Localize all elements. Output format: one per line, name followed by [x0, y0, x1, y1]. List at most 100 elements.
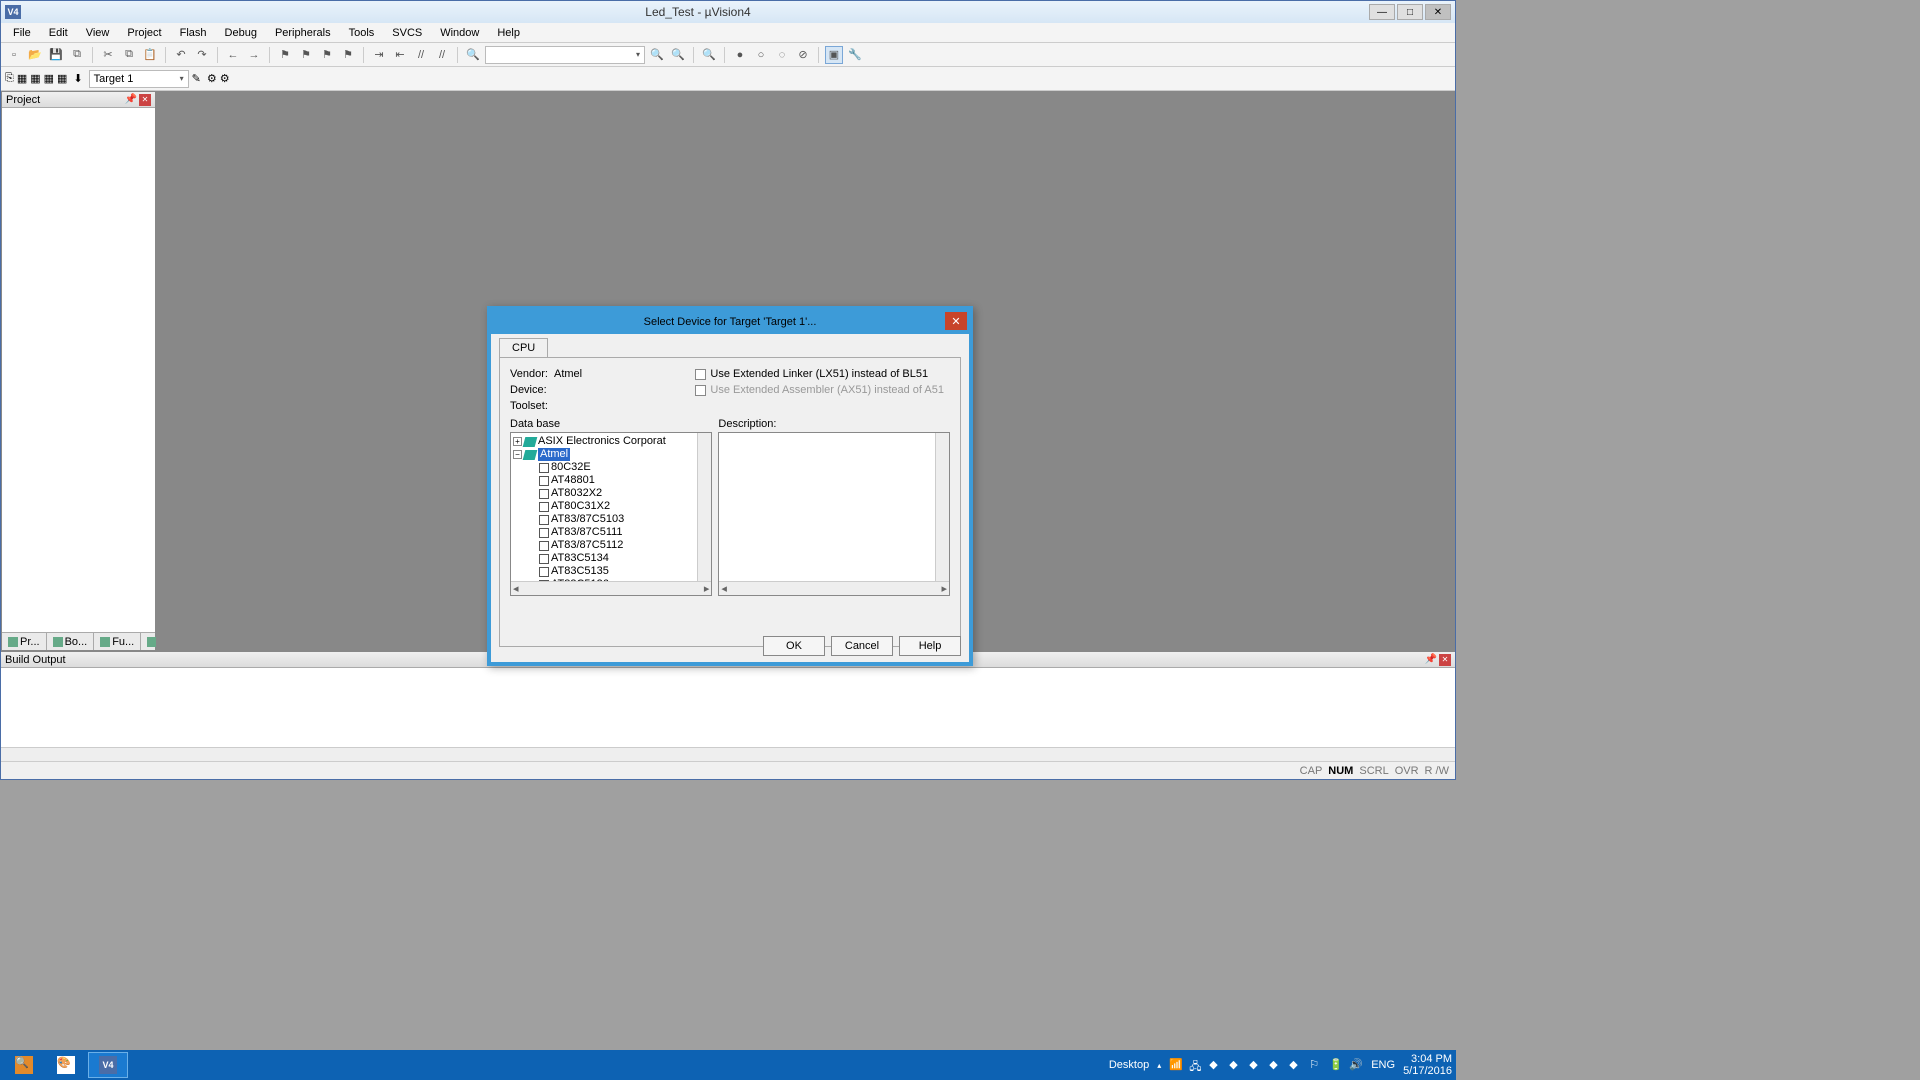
- scrollbar-horizontal[interactable]: ◂▸: [719, 581, 949, 595]
- menu-edit[interactable]: Edit: [41, 25, 76, 41]
- comment-icon[interactable]: //: [412, 46, 430, 64]
- taskbar-lang[interactable]: ENG: [1371, 1059, 1395, 1071]
- tree-vendor-asix[interactable]: ASIX Electronics Corporat: [538, 435, 666, 448]
- tree-device[interactable]: AT8032X2: [551, 487, 602, 500]
- build-icon[interactable]: ▦: [17, 72, 27, 85]
- volume-icon[interactable]: 🔊: [1349, 1058, 1363, 1072]
- nav-back-icon[interactable]: ←: [224, 46, 242, 64]
- pane-close-icon[interactable]: ✕: [1439, 654, 1451, 666]
- save-all-icon[interactable]: ⧉: [68, 46, 86, 64]
- close-button[interactable]: ✕: [1425, 4, 1451, 20]
- manage2-icon[interactable]: ⚙: [220, 72, 230, 85]
- copy-icon[interactable]: ⧉: [120, 46, 138, 64]
- menu-peripherals[interactable]: Peripherals: [267, 25, 339, 41]
- tree-device[interactable]: AT83/87C5103: [551, 513, 624, 526]
- taskbar-desktop[interactable]: Desktop: [1109, 1059, 1149, 1071]
- tray-icon[interactable]: ◆: [1249, 1058, 1263, 1072]
- paste-icon[interactable]: 📋: [141, 46, 159, 64]
- translate-icon[interactable]: ⎘: [5, 72, 14, 85]
- rebuild-icon[interactable]: ▦: [30, 72, 40, 85]
- find-combo[interactable]: ▾: [485, 46, 645, 64]
- incremental-find-icon[interactable]: 🔍: [669, 46, 687, 64]
- tree-device[interactable]: AT83C5135: [551, 565, 609, 578]
- indent-icon[interactable]: ⇥: [370, 46, 388, 64]
- tree-device[interactable]: AT83C5134: [551, 552, 609, 565]
- menu-help[interactable]: Help: [489, 25, 528, 41]
- taskbar-app-1[interactable]: 🔍: [4, 1052, 44, 1078]
- outdent-icon[interactable]: ⇤: [391, 46, 409, 64]
- tree-device[interactable]: AT83/87C5112: [551, 539, 623, 552]
- menu-debug[interactable]: Debug: [217, 25, 265, 41]
- tree-vendor-atmel[interactable]: Atmel: [538, 448, 570, 461]
- open-file-icon[interactable]: 📂: [26, 46, 44, 64]
- minimize-button[interactable]: —: [1369, 4, 1395, 20]
- collapse-icon[interactable]: −: [513, 450, 522, 459]
- uncomment-icon[interactable]: //: [433, 46, 451, 64]
- chevron-up-icon[interactable]: ▴: [1157, 1061, 1161, 1070]
- target-options-icon[interactable]: ✎: [192, 72, 201, 85]
- breakpoint-kill-icon[interactable]: ⊘: [794, 46, 812, 64]
- window-layout-icon[interactable]: ▣: [825, 46, 843, 64]
- tab-books[interactable]: Bo...: [47, 633, 95, 650]
- extended-linker-row[interactable]: Use Extended Linker (LX51) instead of BL…: [695, 368, 944, 380]
- redo-icon[interactable]: ↷: [193, 46, 211, 64]
- checkbox-icon[interactable]: [695, 369, 706, 380]
- bookmark-icon[interactable]: ⚑: [276, 46, 294, 64]
- taskbar-clock[interactable]: 3:04 PM 5/17/2016: [1403, 1053, 1452, 1077]
- tray-icon[interactable]: ◆: [1209, 1058, 1223, 1072]
- cut-icon[interactable]: ✂: [99, 46, 117, 64]
- scrollbar-vertical[interactable]: [697, 433, 711, 581]
- action-center-icon[interactable]: ⚐: [1309, 1058, 1323, 1072]
- dialog-close-button[interactable]: ✕: [945, 312, 967, 330]
- bookmark-clear-icon[interactable]: ⚑: [339, 46, 357, 64]
- dialog-title-bar[interactable]: Select Device for Target 'Target 1'... ✕: [491, 310, 969, 334]
- bookmark-prev-icon[interactable]: ⚑: [297, 46, 315, 64]
- menu-flash[interactable]: Flash: [172, 25, 215, 41]
- build-output-text[interactable]: [1, 668, 1455, 747]
- scrollbar-horizontal[interactable]: ◂▸: [511, 581, 711, 595]
- find-in-files-icon[interactable]: 🔍: [648, 46, 666, 64]
- tree-device[interactable]: 80C32E: [551, 461, 591, 474]
- scrollbar-horizontal[interactable]: [1, 747, 1455, 761]
- project-tree[interactable]: [2, 108, 155, 632]
- target-combo[interactable]: Target 1 ▾: [89, 70, 189, 88]
- maximize-button[interactable]: □: [1397, 4, 1423, 20]
- scrollbar-vertical[interactable]: [935, 433, 949, 581]
- ok-button[interactable]: OK: [763, 636, 825, 656]
- menu-project[interactable]: Project: [119, 25, 169, 41]
- tray-icon[interactable]: ◆: [1289, 1058, 1303, 1072]
- tab-project[interactable]: Pr...: [2, 633, 47, 650]
- new-file-icon[interactable]: ▫: [5, 46, 23, 64]
- expand-icon[interactable]: +: [513, 437, 522, 446]
- pane-close-icon[interactable]: ✕: [139, 94, 151, 106]
- menu-svcs[interactable]: SVCS: [384, 25, 430, 41]
- help-button[interactable]: Help: [899, 636, 961, 656]
- menu-tools[interactable]: Tools: [341, 25, 383, 41]
- taskbar-app-2[interactable]: 🎨: [46, 1052, 86, 1078]
- pin-icon[interactable]: 📌: [1425, 654, 1437, 665]
- tree-device[interactable]: AT48801: [551, 474, 595, 487]
- bookmark-next-icon[interactable]: ⚑: [318, 46, 336, 64]
- tray-icon[interactable]: ◆: [1269, 1058, 1283, 1072]
- device-tree[interactable]: + ASIX Electronics Corporat − Atmel 80C32E…: [510, 432, 712, 596]
- tree-device[interactable]: AT80C31X2: [551, 500, 610, 513]
- menu-view[interactable]: View: [78, 25, 118, 41]
- menu-file[interactable]: File: [5, 25, 39, 41]
- pin-icon[interactable]: 📌: [125, 94, 137, 105]
- cancel-button[interactable]: Cancel: [831, 636, 893, 656]
- breakpoint-enable-icon[interactable]: ○: [752, 46, 770, 64]
- tab-cpu[interactable]: CPU: [499, 338, 548, 357]
- find-icon[interactable]: 🔍: [464, 46, 482, 64]
- wifi-icon[interactable]: 📶: [1169, 1058, 1183, 1072]
- network-icon[interactable]: 🖧: [1189, 1058, 1203, 1072]
- download-icon[interactable]: ⬇: [73, 72, 82, 85]
- debug-icon[interactable]: 🔍: [700, 46, 718, 64]
- batch-build-icon[interactable]: ▦: [44, 72, 54, 85]
- nav-fwd-icon[interactable]: →: [245, 46, 263, 64]
- manage-icon[interactable]: ⚙: [207, 72, 217, 85]
- stop-build-icon[interactable]: ▦: [57, 72, 67, 85]
- tab-functions[interactable]: Fu...: [94, 633, 141, 650]
- configure-icon[interactable]: 🔧: [846, 46, 864, 64]
- tray-icon[interactable]: ◆: [1229, 1058, 1243, 1072]
- undo-icon[interactable]: ↶: [172, 46, 190, 64]
